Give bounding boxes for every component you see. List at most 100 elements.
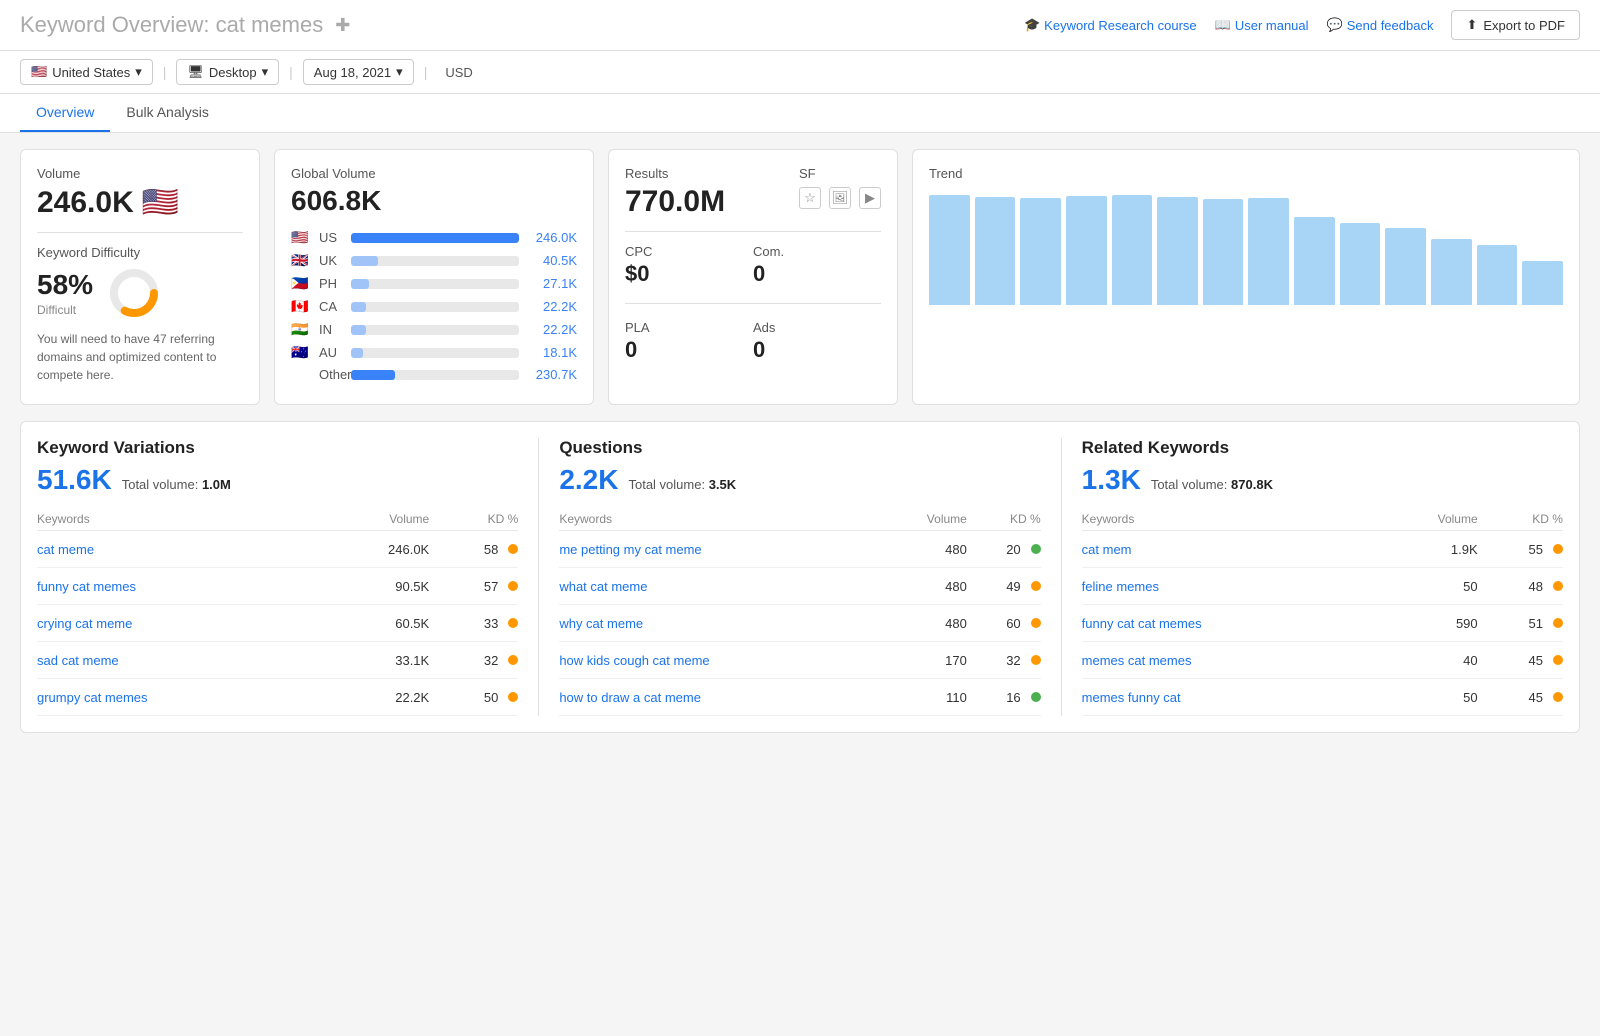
ads-value: 0 <box>753 337 881 363</box>
keyword-link[interactable]: feline memes <box>1082 579 1159 594</box>
bar-fill <box>351 325 366 335</box>
keyword-link[interactable]: sad cat meme <box>37 653 119 668</box>
send-feedback-link[interactable]: 💬 Send feedback <box>1327 17 1434 33</box>
kd-dot <box>1031 544 1041 554</box>
trend-bar <box>1340 223 1381 306</box>
kd-cell: 45 <box>1478 679 1563 716</box>
bar-container <box>351 325 519 335</box>
keyword-link[interactable]: how to draw a cat meme <box>559 690 701 705</box>
country-flag: 🇬🇧 <box>291 252 313 269</box>
global-volume-card: Global Volume 606.8K 🇺🇸US246.0K🇬🇧UK40.5K… <box>274 149 594 405</box>
country-code: US <box>319 230 345 245</box>
trend-bar <box>1066 196 1107 305</box>
keyword-link[interactable]: memes cat memes <box>1082 653 1192 668</box>
kd-dot <box>508 581 518 591</box>
trend-card: Trend <box>912 149 1580 405</box>
volume-cell: 90.5K <box>323 568 429 605</box>
tab-overview[interactable]: Overview <box>20 94 110 132</box>
keyword-link[interactable]: memes funny cat <box>1082 690 1181 705</box>
q-col-kd: KD % <box>967 508 1041 531</box>
kd-cell: 57 <box>429 568 518 605</box>
tab-bulk-analysis[interactable]: Bulk Analysis <box>110 94 224 132</box>
user-manual-link[interactable]: 📖 User manual <box>1215 17 1309 33</box>
country-row: 🇮🇳IN22.2K <box>291 321 577 338</box>
q-title: Questions <box>559 438 1040 458</box>
kd-cell: 32 <box>429 642 518 679</box>
kd-description: You will need to have 47 referring domai… <box>37 330 243 384</box>
date-filter[interactable]: Aug 18, 2021 ▾ <box>303 59 414 85</box>
keyword-link[interactable]: cat mem <box>1082 542 1132 557</box>
volume-cell: 480 <box>881 568 967 605</box>
bar-fill <box>351 279 369 289</box>
kv-total: Total volume: 1.0M <box>122 477 231 492</box>
table-row: how kids cough cat meme17032 <box>559 642 1040 679</box>
kd-dot <box>1553 618 1563 628</box>
keyword-tables-row: Keyword Variations 51.6K Total volume: 1… <box>37 438 1563 716</box>
keyword-research-link[interactable]: 🎓 Keyword Research course <box>1024 17 1197 33</box>
top-bar: Keyword Overview: cat memes ✚ 🎓 Keyword … <box>0 0 1600 51</box>
page-title: Keyword Overview: cat memes <box>20 12 323 38</box>
q-table: Keywords Volume KD % me petting my cat m… <box>559 508 1040 716</box>
device-filter[interactable]: 🖥 Desktop ▾ <box>176 59 279 85</box>
trend-bars <box>929 185 1563 305</box>
sf-icons: ☆ 🖼 ▶ <box>799 187 881 209</box>
bar-fill <box>351 302 366 312</box>
rk-col-keywords: Keywords <box>1082 508 1379 531</box>
results-label: Results <box>625 166 725 181</box>
keyword-link[interactable]: funny cat cat memes <box>1082 616 1202 631</box>
country-volume: 40.5K <box>525 253 577 268</box>
q-col-volume: Volume <box>881 508 967 531</box>
trend-bar <box>1248 198 1289 305</box>
trend-bar <box>1020 198 1061 305</box>
kd-cell: 51 <box>1478 605 1563 642</box>
chat-icon: 💬 <box>1327 17 1343 33</box>
kv-col-kd: KD % <box>429 508 518 531</box>
main-content: Volume 246.0K 🇺🇸 Keyword Difficulty 58% … <box>0 133 1600 749</box>
sf-label: SF <box>799 166 881 181</box>
keyword-link[interactable]: how kids cough cat meme <box>559 653 709 668</box>
keyword-link[interactable]: crying cat meme <box>37 616 132 631</box>
keyword-link[interactable]: me petting my cat meme <box>559 542 701 557</box>
add-keyword-icon[interactable]: ✚ <box>335 15 350 36</box>
kd-row: 58% Difficult <box>37 266 243 320</box>
table-row: how to draw a cat meme11016 <box>559 679 1040 716</box>
keyword-link[interactable]: why cat meme <box>559 616 643 631</box>
volume-card: Volume 246.0K 🇺🇸 Keyword Difficulty 58% … <box>20 149 260 405</box>
country-volume: 246.0K <box>525 230 577 245</box>
kd-cell: 48 <box>1478 568 1563 605</box>
kd-dot <box>508 618 518 628</box>
us-flag: 🇺🇸 <box>31 64 47 80</box>
country-flag: 🇨🇦 <box>291 298 313 315</box>
trend-bar <box>1112 195 1153 305</box>
q-count: 2.2K <box>559 464 618 496</box>
country-flag: 🇮🇳 <box>291 321 313 338</box>
play-icon[interactable]: ▶ <box>859 187 881 209</box>
rk-total: Total volume: 870.8K <box>1151 477 1273 492</box>
keyword-link[interactable]: cat meme <box>37 542 94 557</box>
book-icon: 📖 <box>1215 17 1231 33</box>
table-row: funny cat memes 90.5K57 <box>37 568 518 605</box>
star-icon[interactable]: ☆ <box>799 187 821 209</box>
export-pdf-button[interactable]: ⬆ Export to PDF <box>1451 10 1580 40</box>
keyword-link[interactable]: grumpy cat memes <box>37 690 148 705</box>
global-volume-value: 606.8K <box>291 185 577 217</box>
volume-cell: 480 <box>881 605 967 642</box>
rk-count: 1.3K <box>1082 464 1141 496</box>
questions-section: Questions 2.2K Total volume: 3.5K Keywor… <box>559 438 1061 716</box>
title-prefix: Keyword Overview: <box>20 12 210 37</box>
filter-bar: 🇺🇸 United States ▾ | 🖥 Desktop ▾ | Aug 1… <box>0 51 1600 94</box>
chevron-down-icon-3: ▾ <box>396 64 403 80</box>
country-code: UK <box>319 253 345 268</box>
country-code: AU <box>319 345 345 360</box>
keyword-link[interactable]: funny cat memes <box>37 579 136 594</box>
kd-dot <box>1031 655 1041 665</box>
table-row: feline memes5048 <box>1082 568 1563 605</box>
image-icon[interactable]: 🖼 <box>829 187 851 209</box>
volume-cell: 170 <box>881 642 967 679</box>
kd-cell: 55 <box>1478 531 1563 568</box>
volume-value: 246.0K 🇺🇸 <box>37 185 243 220</box>
keyword-link[interactable]: what cat meme <box>559 579 647 594</box>
metrics-cards-row: Volume 246.0K 🇺🇸 Keyword Difficulty 58% … <box>20 149 1580 405</box>
sf-section: SF ☆ 🖼 ▶ <box>799 166 881 209</box>
country-filter[interactable]: 🇺🇸 United States ▾ <box>20 59 153 85</box>
